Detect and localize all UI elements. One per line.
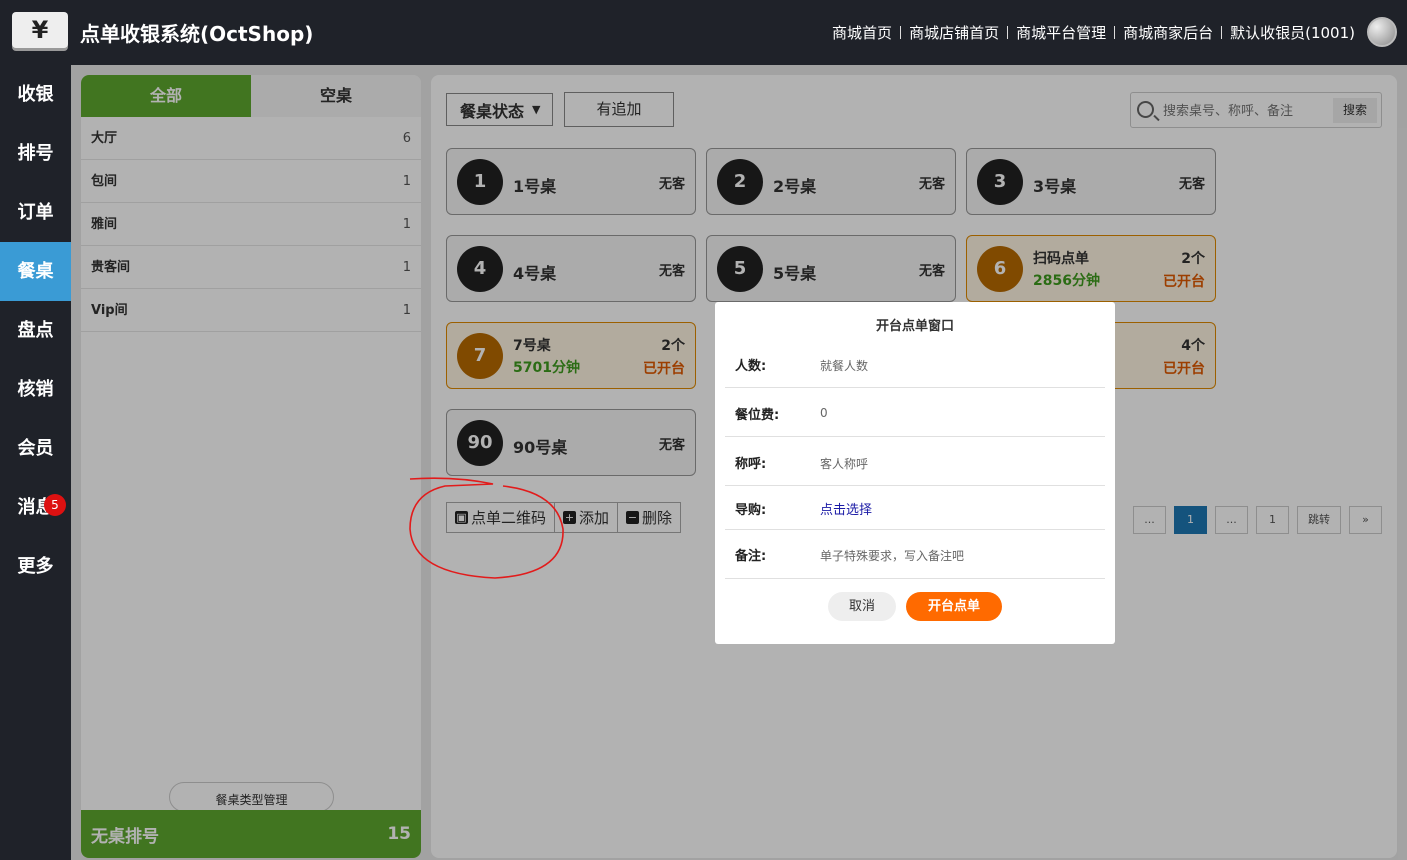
guide-row: 导购: 点击选择 <box>725 486 1105 530</box>
nav-item-cashier[interactable]: 收银 <box>0 65 71 124</box>
seat-fee-field[interactable]: 0 <box>820 406 828 420</box>
name-row: 称呼: 客人称呼 <box>725 437 1105 486</box>
people-label: 人数: <box>735 359 767 374</box>
name-field[interactable]: 客人称呼 <box>820 455 868 472</box>
nav-label: 会员 <box>17 438 54 459</box>
nav-item-more[interactable]: 更多 <box>0 537 71 596</box>
cancel-button[interactable]: 取消 <box>828 592 896 621</box>
nav-label: 核销 <box>17 379 54 400</box>
logo-icon[interactable]: ¥ <box>12 12 68 48</box>
remark-field[interactable]: 单子特殊要求，写入备注吧 <box>820 547 964 564</box>
people-row: 人数: 就餐人数 <box>725 339 1105 388</box>
nav-item-orders[interactable]: 订单 <box>0 183 71 242</box>
nav-item-inventory[interactable]: 盘点 <box>0 301 71 360</box>
nav-item-messages[interactable]: 消息 5 <box>0 478 71 537</box>
left-nav: 收银 排号 订单 餐桌 盘点 核销 会员 消息 5 更多 <box>0 65 71 860</box>
nav-label: 盘点 <box>17 320 54 341</box>
nav-label: 更多 <box>17 556 54 577</box>
link-mall-home[interactable]: 商城首页 <box>832 22 892 43</box>
nav-label: 收银 <box>17 84 54 105</box>
divider <box>1221 26 1223 39</box>
message-count-badge: 5 <box>44 494 66 516</box>
name-label: 称呼: <box>735 457 767 472</box>
divider <box>1114 26 1116 39</box>
top-links: 商城首页 商城店铺首页 商城平台管理 商城商家后台 默认收银员(1001) <box>832 22 1355 43</box>
remark-row: 备注: 单子特殊要求，写入备注吧 <box>725 530 1105 579</box>
link-shop-home[interactable]: 商城店铺首页 <box>909 22 999 43</box>
people-field[interactable]: 就餐人数 <box>820 357 868 374</box>
nav-item-queue[interactable]: 排号 <box>0 124 71 183</box>
nav-item-verify[interactable]: 核销 <box>0 360 71 419</box>
guide-select-link[interactable]: 点击选择 <box>820 499 872 518</box>
modal-title: 开台点单窗口 <box>875 319 954 334</box>
divider <box>900 26 902 39</box>
nav-label: 订单 <box>17 202 54 223</box>
link-merchant-admin[interactable]: 商城商家后台 <box>1123 22 1213 43</box>
nav-label: 排号 <box>17 143 54 164</box>
nav-item-tables[interactable]: 餐桌 <box>0 242 71 301</box>
open-table-modal: 开台点单窗口 人数: 就餐人数 餐位费: 0 称呼: 客人称呼 导购: 点击选择… <box>715 302 1115 644</box>
nav-item-members[interactable]: 会员 <box>0 419 71 478</box>
top-bar: ¥ 点单收银系统(OctShop) 商城首页 商城店铺首页 商城平台管理 商城商… <box>0 0 1407 65</box>
seat-fee-row: 餐位费: 0 <box>725 388 1105 437</box>
guide-label: 导购: <box>735 503 767 518</box>
remark-label: 备注: <box>735 549 767 564</box>
nav-label: 餐桌 <box>17 261 54 282</box>
app-title: 点单收银系统(OctShop) <box>80 22 314 46</box>
cashier-user[interactable]: 默认收银员(1001) <box>1230 22 1355 43</box>
open-order-button[interactable]: 开台点单 <box>906 592 1002 621</box>
avatar[interactable] <box>1367 17 1397 47</box>
divider <box>1007 26 1009 39</box>
link-platform-admin[interactable]: 商城平台管理 <box>1016 22 1106 43</box>
seat-fee-label: 餐位费: <box>735 408 780 423</box>
